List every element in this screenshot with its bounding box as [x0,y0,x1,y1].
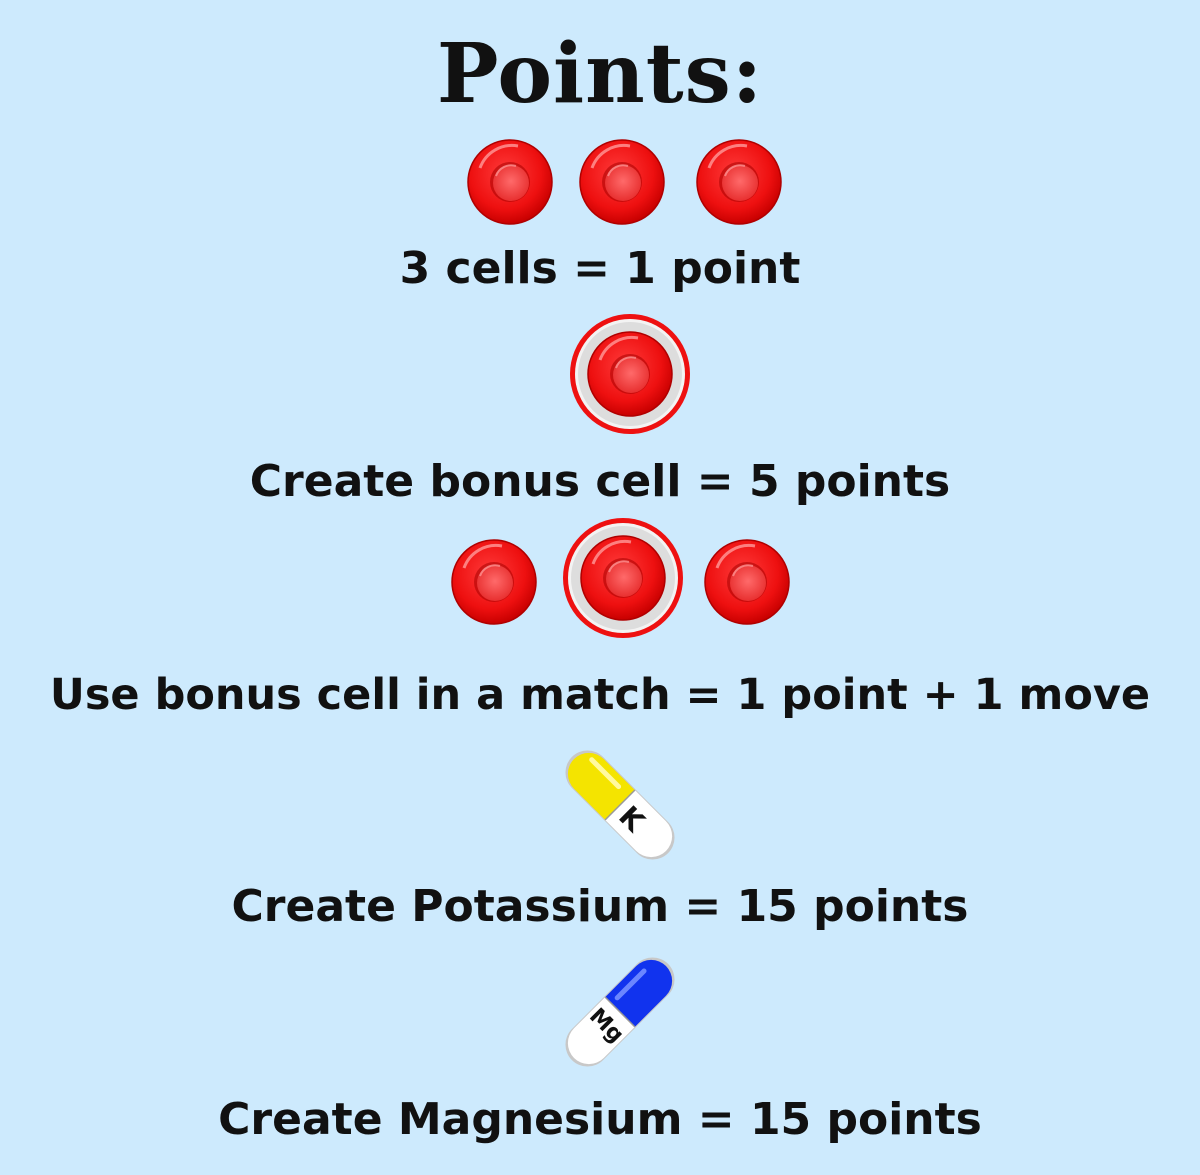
magnesium-pill-icon: Mg [550,942,690,1082]
red-blood-cell-icon [695,138,783,226]
page-title: Points: [436,26,764,122]
rule-bonus-cell: Create bonus cell = 5 points [249,456,951,507]
red-blood-cell-icon [578,138,666,226]
rule-use-bonus-cell: Use bonus cell in a match = 1 point + 1 … [49,670,1151,720]
bonus-blood-cell-icon [568,312,692,436]
red-blood-cell-icon [703,538,791,626]
red-blood-cell-icon [450,538,538,626]
potassium-pill-icon: K [550,735,690,875]
rule-three-cells: 3 cells = 1 point [399,243,801,294]
bonus-blood-cell-icon [561,516,685,640]
rule-magnesium: Create Magnesium = 15 points [218,1094,982,1145]
red-blood-cell-icon [466,138,554,226]
rule-potassium: Create Potassium = 15 points [231,881,969,932]
